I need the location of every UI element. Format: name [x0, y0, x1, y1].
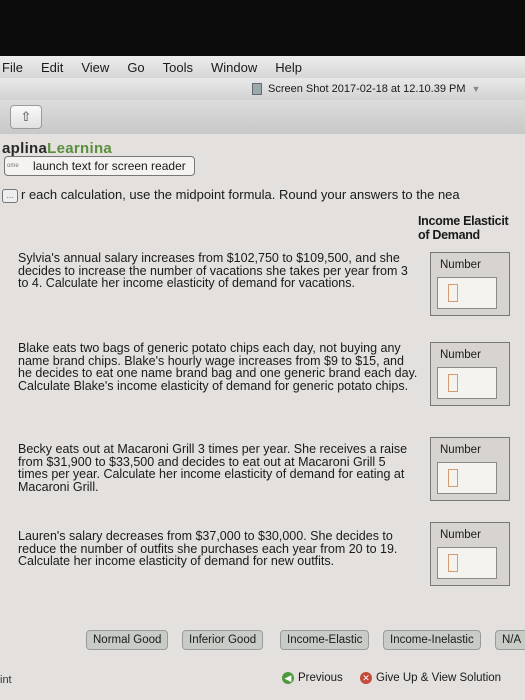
menu-view[interactable]: View	[72, 60, 118, 75]
choice-na[interactable]: N/A	[495, 630, 525, 650]
share-icon: ⇧	[20, 109, 32, 124]
question-blake: Blake eats two bags of generic potato ch…	[18, 341, 418, 393]
toolbar: ⇧	[0, 100, 525, 135]
number-label: Number	[440, 349, 481, 361]
question-sylvia: Sylvia's annual salary increases from $1…	[18, 251, 408, 290]
answer-box-sylvia: Number	[430, 252, 510, 316]
ellipsis-icon[interactable]: ...	[2, 188, 18, 203]
choice-income-elastic[interactable]: Income-Elastic	[280, 630, 370, 650]
footer: ◀ Previous ✕ Give Up & View Solution	[0, 664, 525, 700]
previous-label: Previous	[298, 672, 343, 684]
menu-bar: File Edit View Go Tools Window Help	[0, 56, 525, 79]
number-input-sylvia[interactable]	[437, 277, 497, 309]
number-input-becky[interactable]	[437, 462, 497, 494]
answer-box-blake: Number	[430, 342, 510, 406]
choice-inferior-good[interactable]: Inferior Good	[182, 630, 264, 650]
menu-file[interactable]: File	[0, 60, 32, 75]
give-up-label: Give Up & View Solution	[376, 672, 502, 684]
number-label: Number	[440, 444, 481, 456]
menu-tools[interactable]: Tools	[154, 60, 202, 75]
footer-left-text: int	[0, 674, 12, 686]
menu-window[interactable]: Window	[202, 60, 266, 75]
answer-choices: Normal Good Inferior Good Income-Elastic…	[0, 630, 525, 652]
question-becky: Becky eats out at Macaroni Grill 3 times…	[18, 442, 408, 494]
previous-button[interactable]: ◀ Previous	[282, 672, 343, 684]
chevron-down-icon[interactable]: ▼	[472, 84, 481, 94]
document-icon	[252, 83, 262, 95]
window-title-bar: Screen Shot 2017-02-18 at 12.10.39 PM ▼	[0, 78, 525, 100]
menu-go[interactable]: Go	[118, 60, 153, 75]
window-title: Screen Shot 2017-02-18 at 12.10.39 PM	[268, 83, 466, 95]
menu-edit[interactable]: Edit	[32, 60, 72, 75]
choice-income-inelastic[interactable]: Income-Inelastic	[383, 630, 481, 650]
give-up-button[interactable]: ✕ Give Up & View Solution	[360, 672, 501, 684]
screen-bezel	[0, 0, 525, 56]
instruction-label: r each calculation, use the midpoint for…	[21, 187, 460, 202]
tooltip-text: launch text for screen reader	[33, 159, 186, 173]
choice-normal-good[interactable]: Normal Good	[86, 630, 169, 650]
answer-box-lauren: Number	[430, 522, 510, 586]
menu-help[interactable]: Help	[266, 60, 311, 75]
number-label: Number	[440, 259, 481, 271]
column-header: Income Elasticit of Demand	[418, 214, 509, 242]
page-content: aplinaLearnina ome launch text for scree…	[0, 134, 525, 700]
brand-logo: aplinaLearnina	[2, 140, 113, 157]
close-icon: ✕	[360, 672, 372, 684]
answer-box-becky: Number	[430, 437, 510, 501]
instruction-text: ... r each calculation, use the midpoint …	[2, 187, 460, 203]
question-lauren: Lauren's salary decreases from $37,000 t…	[18, 529, 398, 568]
number-input-blake[interactable]	[437, 367, 497, 399]
screen-reader-tooltip[interactable]: ome launch text for screen reader	[4, 156, 195, 176]
share-button[interactable]: ⇧	[10, 105, 42, 129]
number-input-lauren[interactable]	[437, 547, 497, 579]
tooltip-prefix: ome	[7, 163, 19, 169]
back-arrow-icon: ◀	[282, 672, 294, 684]
number-label: Number	[440, 529, 481, 541]
